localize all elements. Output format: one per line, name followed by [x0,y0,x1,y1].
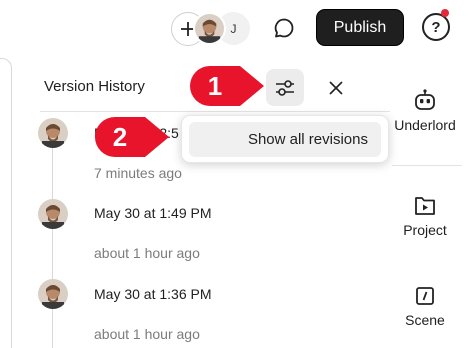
rail-label: Project [403,222,447,238]
version-author-avatar [38,199,68,229]
help-button[interactable]: ? [422,13,450,41]
version-date[interactable]: May 30 at 1:49 PM [94,205,212,221]
question-mark-icon: ? [431,18,441,36]
revisions-dropdown: Show all revisions [181,115,389,163]
version-author-avatar [38,279,68,309]
annotation-number: 1 [208,71,222,101]
collaborator-initial: J [230,21,237,36]
top-bar: J Publish ? [0,0,474,58]
scene-icon [416,287,434,305]
user-avatar[interactable] [193,12,226,45]
version-author-avatar [38,118,68,148]
user-photo [195,14,224,43]
robot-icon [415,89,435,110]
version-relative-time: about 1 hour ago [94,326,200,342]
panel-divider [40,111,390,112]
play-folder-icon [415,197,435,215]
close-panel-button[interactable] [322,74,350,102]
version-relative-time: 7 minutes ago [94,165,182,181]
rail-item-scene[interactable]: Scene [390,285,460,328]
comments-button[interactable] [269,13,299,43]
rail-label: Underlord [394,117,456,133]
annotation-badge-2: 2 [95,117,169,157]
annotation-number: 2 [113,122,127,152]
comment-icon [274,18,294,38]
timeline-line [52,132,53,348]
rail-divider [392,165,462,166]
publish-button[interactable]: Publish [316,9,404,46]
notification-dot [441,9,449,17]
sliders-icon [276,79,294,96]
rail-item-underlord[interactable]: Underlord [390,88,460,133]
version-relative-time: about 1 hour ago [94,245,200,261]
version-date[interactable]: May 30 at 1:36 PM [94,286,212,302]
close-icon [329,81,343,95]
panel-title: Version History [44,78,145,95]
rail-label: Scene [405,312,445,328]
rail-item-project[interactable]: Project [390,195,460,238]
filter-settings-button[interactable] [266,69,304,106]
canvas-edge [0,58,12,348]
annotation-badge-1: 1 [190,66,264,106]
show-all-revisions-option[interactable]: Show all revisions [189,122,381,157]
